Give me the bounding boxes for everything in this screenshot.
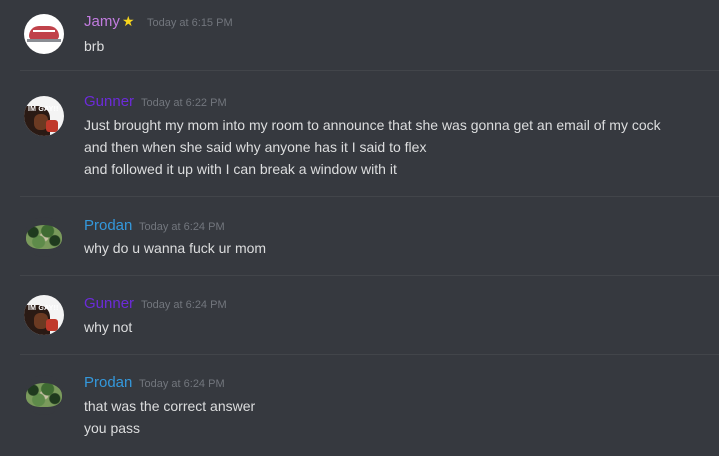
- message-text: that was the correct answer: [84, 398, 256, 414]
- message-text: why do u wanna fuck ur mom: [84, 240, 267, 256]
- author-name[interactable]: Gunner: [84, 93, 134, 110]
- author-name[interactable]: Jamy: [84, 13, 120, 30]
- avatar-gunner[interactable]: IM GAY!!: [24, 96, 64, 136]
- message-divider: [20, 275, 719, 276]
- message-text: you pass: [84, 420, 141, 436]
- message-divider: [20, 196, 719, 197]
- camo-icon: [26, 225, 62, 249]
- star-icon: ★: [122, 13, 135, 29]
- message-divider: [20, 354, 719, 355]
- avatar-jamy[interactable]: [24, 14, 64, 54]
- avatar-prodan[interactable]: [24, 375, 64, 415]
- author-name[interactable]: Gunner: [84, 295, 134, 312]
- avatar-text: IM GAY!!: [28, 106, 59, 113]
- timestamp: Today at 6:24 PM: [141, 299, 227, 311]
- message-text: and then when she said why anyone has it…: [84, 139, 427, 155]
- message-text: Just brought my mom into my room to anno…: [84, 117, 661, 133]
- timestamp: Today at 6:24 PM: [139, 221, 225, 233]
- avatar-prodan[interactable]: [24, 217, 64, 257]
- timestamp: Today at 6:22 PM: [141, 97, 227, 109]
- message-divider: [20, 70, 719, 71]
- chat-messages: Jamy ★ Today at 6:15 PM brb IM GAY!! Gun…: [0, 0, 719, 456]
- author-name[interactable]: Prodan: [84, 374, 132, 391]
- hat-icon: [29, 26, 59, 40]
- timestamp: Today at 6:15 PM: [147, 17, 233, 29]
- timestamp: Today at 6:24 PM: [139, 378, 225, 390]
- camo-icon: [26, 383, 62, 407]
- avatar-gunner[interactable]: IM GAY!!: [24, 295, 64, 335]
- message-text: why not: [84, 319, 133, 335]
- author-name[interactable]: Prodan: [84, 217, 132, 234]
- message-text: and followed it up with I can break a wi…: [84, 161, 397, 177]
- message-text: brb: [84, 38, 105, 54]
- avatar-text: IM GAY!!: [28, 305, 59, 312]
